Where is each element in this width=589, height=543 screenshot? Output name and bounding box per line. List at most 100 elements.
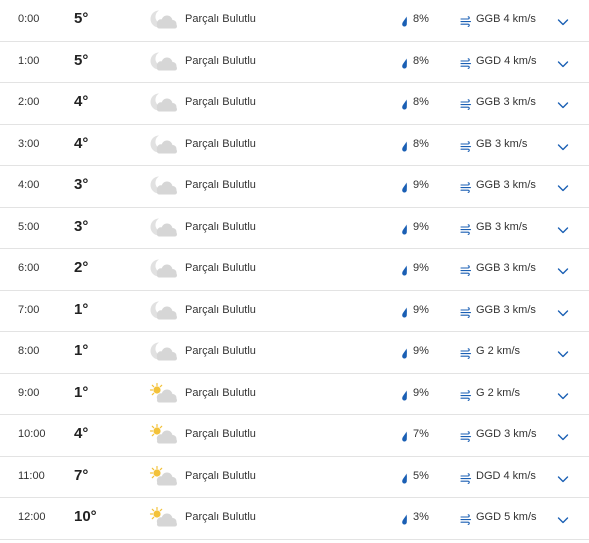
hour-row-4[interactable]: 4:00 3° Parçalı Bulutlu 9% GGB 3 km/s (0, 166, 589, 208)
wind-icon (460, 14, 472, 27)
wind-icon (460, 97, 472, 110)
raindrop-icon (401, 139, 409, 151)
hour-wind: GB 3 km/s (476, 137, 528, 150)
hour-temperature: 10° (74, 508, 97, 525)
moon-cloud-icon (148, 258, 178, 280)
raindrop-icon (401, 388, 409, 400)
chevron-down-icon[interactable] (557, 429, 569, 441)
hour-rain-chance: 8% (413, 137, 429, 150)
hour-temperature: 4° (74, 425, 89, 442)
hour-condition: Parçalı Bulutlu (185, 428, 256, 440)
hour-rain-chance: 7% (413, 428, 429, 440)
raindrop-icon (401, 14, 409, 27)
moon-cloud-icon (148, 341, 178, 363)
hour-time: 4:00 (18, 179, 40, 191)
hour-row-6[interactable]: 6:00 2° Parçalı Bulutlu 9% GGB 3 km/s (0, 249, 589, 291)
chevron-down-icon[interactable] (557, 388, 569, 399)
hour-time: 7:00 (18, 303, 40, 316)
hour-row-9[interactable]: 9:00 1° Parçalı Bulutlu 9% G 2 km/s (0, 374, 589, 415)
hour-row-7[interactable]: 7:00 1° Parçalı Bulutlu 9% GGB 3 km/s (0, 291, 589, 332)
raindrop-icon (401, 263, 409, 276)
hour-condition: Parçalı Bulutlu (185, 469, 256, 482)
raindrop-icon (401, 180, 409, 193)
hour-wind: GGD 3 km/s (476, 428, 537, 440)
chevron-down-icon[interactable] (557, 14, 569, 26)
hour-rain-chance: 9% (413, 345, 429, 357)
moon-cloud-icon (148, 134, 178, 156)
moon-cloud-icon (148, 175, 178, 197)
hour-rain-chance: 9% (413, 220, 429, 233)
hour-temperature: 7° (74, 466, 89, 484)
moon-cloud-icon (148, 300, 178, 322)
hour-row-3[interactable]: 3:00 4° Parçalı Bulutlu 8% GB 3 km/s (0, 125, 589, 166)
hour-rain-chance: 8% (413, 54, 429, 67)
wind-icon (460, 263, 472, 276)
moon-cloud-icon (148, 51, 178, 73)
hour-condition: Parçalı Bulutlu (185, 179, 256, 191)
chevron-down-icon[interactable] (557, 263, 569, 275)
hour-wind: G 2 km/s (476, 386, 521, 399)
wind-icon (460, 180, 472, 193)
hour-wind: GGB 3 km/s (476, 96, 536, 108)
wind-icon (460, 56, 472, 69)
hour-rain-chance: 9% (413, 179, 429, 191)
sun-cloud-icon (148, 382, 178, 405)
moon-cloud-icon (148, 9, 178, 31)
hour-temperature: 1° (74, 383, 89, 401)
hour-wind: GGB 3 km/s (476, 179, 536, 191)
hour-time: 5:00 (18, 220, 40, 233)
hour-temperature: 4° (74, 134, 89, 152)
raindrop-icon (401, 429, 409, 442)
hour-wind: GGD 4 km/s (476, 54, 537, 67)
hour-condition: Parçalı Bulutlu (185, 13, 256, 25)
chevron-down-icon[interactable] (557, 346, 569, 358)
hour-row-5[interactable]: 5:00 3° Parçalı Bulutlu 9% GB 3 km/s (0, 208, 589, 249)
hour-time: 11:00 (18, 469, 45, 482)
hour-rain-chance: 8% (413, 96, 429, 108)
hour-condition: Parçalı Bulutlu (185, 220, 256, 233)
wind-icon (460, 512, 472, 525)
hour-row-10[interactable]: 10:00 4° Parçalı Bulutlu 7% GGD 3 km/s (0, 415, 589, 457)
hour-time: 8:00 (18, 345, 40, 357)
chevron-down-icon[interactable] (557, 222, 569, 233)
hour-temperature: 1° (74, 300, 89, 318)
moon-cloud-icon (148, 92, 178, 114)
sun-cloud-icon (148, 506, 178, 529)
raindrop-icon (401, 471, 409, 483)
wind-icon (460, 471, 472, 484)
hour-time: 0:00 (18, 13, 40, 25)
raindrop-icon (401, 222, 409, 234)
hour-row-12[interactable]: 12:00 10° Parçalı Bulutlu 3% GGD 5 km/s (0, 498, 589, 540)
raindrop-icon (401, 512, 409, 525)
hour-row-8[interactable]: 8:00 1° Parçalı Bulutlu 9% G 2 km/s (0, 332, 589, 374)
hour-rain-chance: 5% (413, 469, 429, 482)
wind-icon (460, 139, 472, 152)
hour-rain-chance: 9% (413, 303, 429, 316)
hour-time: 1:00 (18, 54, 40, 67)
hour-row-2[interactable]: 2:00 4° Parçalı Bulutlu 8% GGB 3 km/s (0, 83, 589, 125)
hour-condition: Parçalı Bulutlu (185, 54, 256, 67)
sun-cloud-icon (148, 423, 178, 446)
hour-condition: Parçalı Bulutlu (185, 386, 256, 399)
hour-wind: GGB 4 km/s (476, 13, 536, 25)
hour-row-0[interactable]: 0:00 5° Parçalı Bulutlu 8% GGB 4 km/s (0, 0, 589, 42)
raindrop-icon (401, 56, 409, 68)
hour-time: 3:00 (18, 137, 40, 150)
hour-rain-chance: 9% (413, 386, 429, 399)
hour-wind: G 2 km/s (476, 345, 521, 357)
chevron-down-icon[interactable] (557, 180, 569, 192)
hour-temperature: 3° (74, 176, 89, 193)
chevron-down-icon[interactable] (557, 305, 569, 316)
chevron-down-icon[interactable] (557, 512, 569, 524)
wind-icon (460, 222, 472, 235)
hour-row-1[interactable]: 1:00 5° Parçalı Bulutlu 8% GGD 4 km/s (0, 42, 589, 83)
chevron-down-icon[interactable] (557, 471, 569, 482)
wind-icon (460, 305, 472, 318)
chevron-down-icon[interactable] (557, 97, 569, 109)
chevron-down-icon[interactable] (557, 139, 569, 150)
chevron-down-icon[interactable] (557, 56, 569, 67)
hour-row-11[interactable]: 11:00 7° Parçalı Bulutlu 5% DGD 4 km/s (0, 457, 589, 498)
hour-wind: GGB 3 km/s (476, 303, 536, 316)
hour-rain-chance: 8% (413, 13, 429, 25)
raindrop-icon (401, 346, 409, 359)
